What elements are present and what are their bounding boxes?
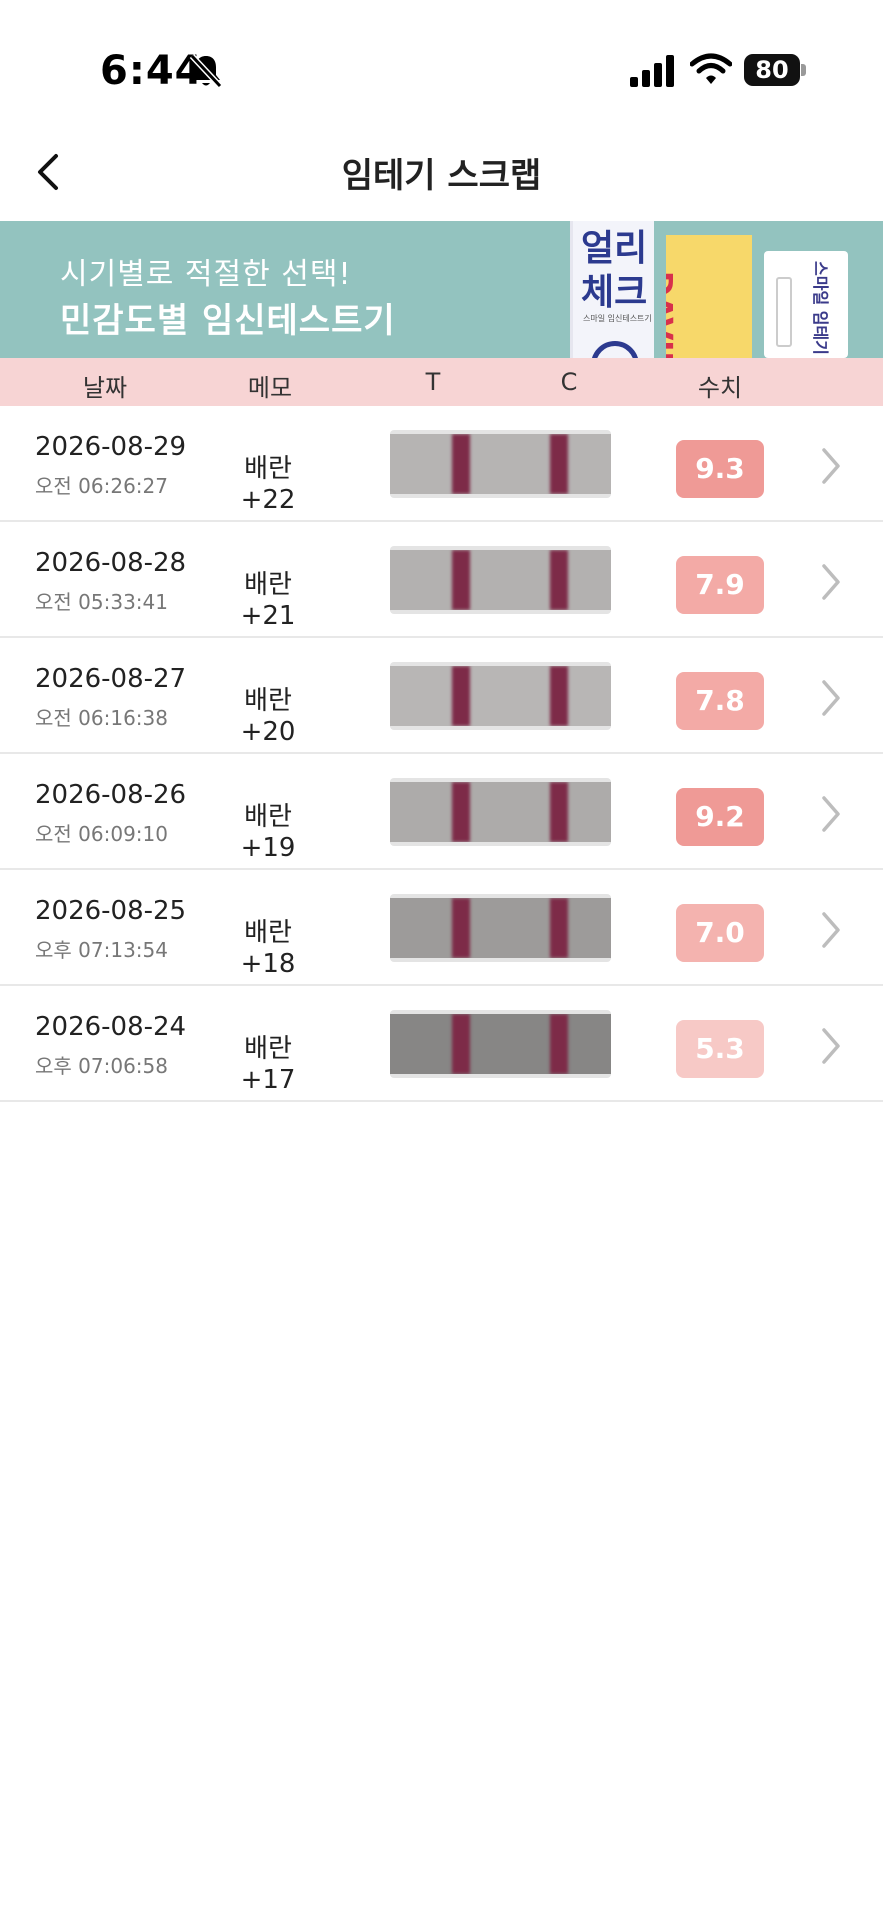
product-box-david-text: DAVID -SUPER	[666, 271, 678, 358]
header-t: T	[425, 368, 441, 396]
c-line	[550, 1014, 568, 1074]
product-box-david: DAVID -SUPER	[666, 235, 752, 358]
test-strip-image	[390, 894, 611, 962]
list-item[interactable]: 2026-08-27 오전 06:16:38 배란+20 7.8	[0, 638, 883, 754]
battery-tip	[801, 64, 806, 76]
header-date: 날짜	[82, 374, 128, 402]
c-line	[550, 666, 568, 726]
item-date: 2026-08-27	[35, 664, 187, 694]
value-badge: 9.2	[676, 788, 764, 846]
t-line	[452, 666, 470, 726]
wifi-icon	[690, 53, 732, 84]
item-date: 2026-08-29	[35, 432, 187, 462]
status-bar: 6:44 80	[0, 0, 883, 120]
item-time: 오전 05:33:41	[35, 590, 168, 614]
test-strip-image	[390, 1010, 611, 1078]
promo-banner[interactable]: 시기별로 적절한 선택! 민감도별 임신테스트기 얼리 체크 스마일 임신테스트…	[0, 221, 883, 358]
chevron-right-icon	[822, 564, 840, 600]
test-strip-image	[390, 546, 611, 614]
product-box-early-check: 얼리 체크 스마일 임신테스트기	[570, 221, 654, 358]
list-item[interactable]: 2026-08-28 오전 05:33:41 배란+21 7.9	[0, 522, 883, 638]
nav-bar: 임테기 스크랩	[0, 120, 883, 220]
c-line	[550, 550, 568, 610]
value-badge: 7.8	[676, 672, 764, 730]
chevron-right-icon	[822, 912, 840, 948]
item-date: 2026-08-26	[35, 780, 187, 810]
header-value: 수치	[697, 374, 743, 402]
item-time: 오전 06:26:27	[35, 474, 168, 498]
product-box-early-check-sub: 스마일 임신테스트기	[583, 314, 652, 323]
list-item[interactable]: 2026-08-25 오후 07:13:54 배란+18 7.0	[0, 870, 883, 986]
item-memo: 배란+19	[240, 802, 296, 863]
value-badge: 9.3	[676, 440, 764, 498]
list-item[interactable]: 2026-08-24 오후 07:06:58 배란+17 5.3	[0, 986, 883, 1102]
product-strip-graphic	[776, 277, 792, 347]
t-line	[452, 1014, 470, 1074]
scrap-list: 2026-08-29 오전 06:26:27 배란+22 9.3 2026-08…	[0, 406, 883, 1102]
t-line	[452, 898, 470, 958]
item-date: 2026-08-28	[35, 548, 187, 578]
item-memo: 배란+22	[240, 454, 296, 515]
item-time: 오전 06:09:10	[35, 822, 168, 846]
value-badge: 5.3	[676, 1020, 764, 1078]
header-c: C	[560, 368, 578, 396]
product-ring-graphic	[591, 341, 639, 358]
banner-line1: 시기별로 적절한 선택!	[60, 257, 352, 292]
chevron-right-icon	[822, 796, 840, 832]
battery-indicator: 80	[744, 54, 806, 86]
item-time: 오전 06:16:38	[35, 706, 168, 730]
product-box-smile-text: 스마일 임테기	[811, 261, 830, 355]
t-line	[452, 782, 470, 842]
item-memo: 배란+17	[240, 1034, 296, 1095]
product-box-smile: 스마일 임테기	[764, 251, 848, 358]
chevron-right-icon	[822, 680, 840, 716]
chevron-right-icon	[822, 1028, 840, 1064]
c-line	[550, 898, 568, 958]
cellular-signal-icon	[630, 55, 674, 87]
item-date: 2026-08-25	[35, 896, 187, 926]
bell-muted-icon	[189, 53, 223, 89]
list-item[interactable]: 2026-08-26 오전 06:09:10 배란+19 9.2	[0, 754, 883, 870]
value-badge: 7.0	[676, 904, 764, 962]
c-line	[550, 434, 568, 494]
c-line	[550, 782, 568, 842]
product-box-early-check-title: 얼리 체크	[581, 228, 648, 313]
item-memo: 배란+21	[240, 570, 296, 631]
item-time: 오후 07:06:58	[35, 1054, 168, 1078]
t-line	[452, 434, 470, 494]
item-memo: 배란+18	[240, 918, 296, 979]
header-memo: 메모	[247, 374, 293, 402]
list-item[interactable]: 2026-08-29 오전 06:26:27 배란+22 9.3	[0, 406, 883, 522]
page-title: 임테기 스크랩	[341, 156, 542, 196]
value-badge: 7.9	[676, 556, 764, 614]
banner-line2: 민감도별 임신테스트기	[60, 301, 396, 341]
item-time: 오후 07:13:54	[35, 938, 168, 962]
t-line	[452, 550, 470, 610]
test-strip-image	[390, 778, 611, 846]
test-strip-image	[390, 662, 611, 730]
item-memo: 배란+20	[240, 686, 296, 747]
battery-level: 80	[744, 54, 800, 86]
item-date: 2026-08-24	[35, 1012, 187, 1042]
table-header: 날짜 메모 T C 수치	[0, 358, 883, 406]
chevron-right-icon	[822, 448, 840, 484]
test-strip-image	[390, 430, 611, 498]
